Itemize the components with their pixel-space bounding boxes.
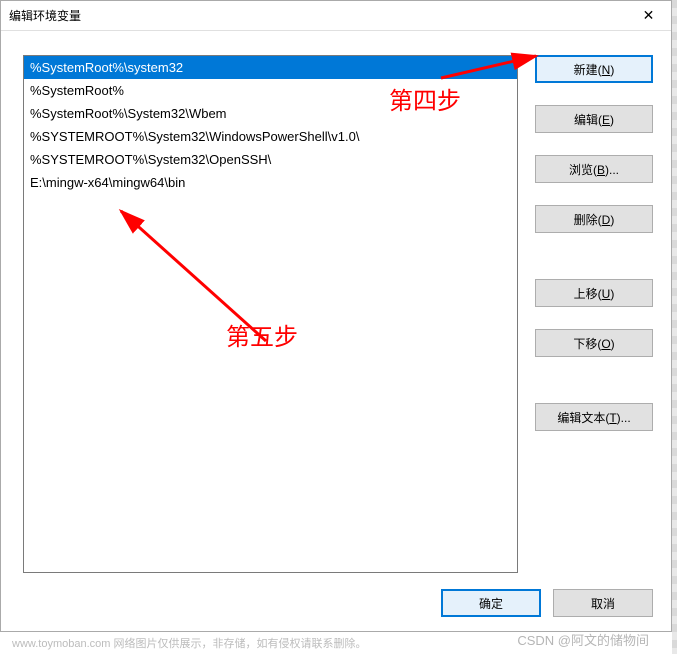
button-label: 浏览(B)... bbox=[569, 161, 619, 178]
path-listbox[interactable]: %SystemRoot%\system32%SystemRoot%%System… bbox=[23, 55, 518, 573]
close-button[interactable]: ✕ bbox=[626, 1, 671, 31]
window-title: 编辑环境变量 bbox=[9, 7, 81, 24]
new-button[interactable]: 新建(N) bbox=[535, 55, 653, 83]
edit-text-button[interactable]: 编辑文本(T)... bbox=[535, 403, 653, 431]
delete-button[interactable]: 删除(D) bbox=[535, 205, 653, 233]
right-edge-decoration bbox=[672, 0, 677, 654]
browse-button[interactable]: 浏览(B)... bbox=[535, 155, 653, 183]
path-row[interactable]: %SYSTEMROOT%\System32\OpenSSH\ bbox=[24, 148, 517, 171]
move-down-button[interactable]: 下移(O) bbox=[535, 329, 653, 357]
cancel-button[interactable]: 取消 bbox=[553, 589, 653, 617]
button-label: 确定 bbox=[479, 595, 503, 612]
edit-button[interactable]: 编辑(E) bbox=[535, 105, 653, 133]
button-label: 编辑(E) bbox=[574, 111, 614, 128]
titlebar[interactable]: 编辑环境变量 ✕ bbox=[1, 1, 671, 31]
dialog-actions: 确定 取消 bbox=[441, 589, 653, 617]
path-row[interactable]: %SystemRoot% bbox=[24, 79, 517, 102]
button-label: 下移(O) bbox=[573, 335, 614, 352]
path-row[interactable]: %SystemRoot%\System32\Wbem bbox=[24, 102, 517, 125]
move-up-button[interactable]: 上移(U) bbox=[535, 279, 653, 307]
button-column: 新建(N) 编辑(E) 浏览(B)... 删除(D) 上移(U) 下移(O) 编… bbox=[535, 55, 653, 431]
close-icon: ✕ bbox=[643, 7, 655, 24]
button-label: 新建(N) bbox=[574, 61, 615, 78]
button-label: 取消 bbox=[591, 595, 615, 612]
footer-right-watermark: CSDN @阿文的储物间 bbox=[517, 630, 649, 649]
path-row[interactable]: %SYSTEMROOT%\System32\WindowsPowerShell\… bbox=[24, 125, 517, 148]
button-label: 上移(U) bbox=[574, 285, 615, 302]
footer-left-text: www.toymoban.com 网络图片仅供展示，非存储，如有侵权请联系删除。 bbox=[12, 635, 366, 651]
path-row[interactable]: %SystemRoot%\system32 bbox=[24, 56, 517, 79]
env-var-dialog: 编辑环境变量 ✕ %SystemRoot%\system32%SystemRoo… bbox=[0, 0, 672, 632]
button-label: 删除(D) bbox=[574, 211, 615, 228]
path-row[interactable]: E:\mingw-x64\mingw64\bin bbox=[24, 171, 517, 194]
button-label: 编辑文本(T)... bbox=[557, 409, 630, 426]
ok-button[interactable]: 确定 bbox=[441, 589, 541, 617]
